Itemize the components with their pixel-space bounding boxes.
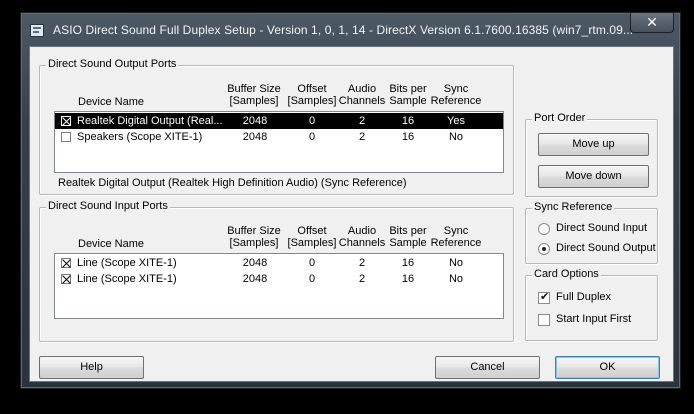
dialog-window: ASIO Direct Sound Full Duplex Setup - Ve… — [20, 12, 681, 389]
radio-direct-sound-output-label[interactable]: Direct Sound Output — [556, 242, 656, 254]
radio-direct-sound-input-label[interactable]: Direct Sound Input — [556, 222, 647, 234]
col-buffer-size: Buffer Size [Samples] — [227, 225, 281, 249]
port-order-group: Port Order Move up Move down — [525, 112, 658, 197]
col-audio-channels: Audio Channels — [338, 83, 386, 107]
port-checkbox[interactable] — [61, 274, 71, 284]
cancel-button[interactable]: Cancel — [435, 356, 540, 379]
col-bits-per-sample: Bits per Sample — [389, 83, 427, 107]
col-bits-per-sample: Bits per Sample — [389, 225, 427, 249]
input-ports-list[interactable]: Line (Scope XITE-1) 2048 0 2 16 No Line … — [54, 253, 504, 319]
radio-direct-sound-output[interactable] — [538, 243, 550, 255]
list-item[interactable]: Speakers (Scope XITE-1) 2048 0 2 16 No — [55, 129, 503, 145]
sync-reference-title: Sync Reference — [532, 201, 615, 213]
start-input-first-checkbox[interactable] — [538, 314, 550, 326]
output-ports-list[interactable]: Realtek Digital Output (Real... 2048 0 2… — [54, 111, 504, 173]
list-item[interactable]: Line (Scope XITE-1) 2048 0 2 16 No — [55, 255, 503, 271]
title-bar[interactable]: ASIO Direct Sound Full Duplex Setup - Ve… — [21, 13, 680, 46]
ok-button[interactable]: OK — [555, 356, 660, 379]
window-title: ASIO Direct Sound Full Duplex Setup - Ve… — [53, 23, 634, 37]
start-input-first-label[interactable]: Start Input First — [556, 313, 631, 325]
list-item[interactable]: Line (Scope XITE-1) 2048 0 2 16 No — [55, 271, 503, 287]
close-icon[interactable]: ✕ — [630, 13, 674, 33]
output-ports-title: Direct Sound Output Ports — [46, 58, 179, 70]
sync-reference-group: Sync Reference Direct Sound Input Direct… — [525, 201, 658, 264]
dialog-client: Direct Sound Output Ports Device Name Bu… — [29, 46, 674, 382]
help-button[interactable]: Help — [39, 356, 144, 379]
col-offset: Offset [Samples] — [287, 225, 337, 249]
col-offset: Offset [Samples] — [287, 83, 337, 107]
input-ports-title: Direct Sound Input Ports — [46, 200, 170, 212]
app-icon — [30, 24, 44, 37]
port-checkbox[interactable] — [61, 116, 71, 126]
col-device-name: Device Name — [78, 96, 145, 108]
col-buffer-size: Buffer Size [Samples] — [227, 83, 281, 107]
col-audio-channels: Audio Channels — [338, 225, 386, 249]
move-up-button[interactable]: Move up — [538, 133, 649, 156]
list-item[interactable]: Realtek Digital Output (Real... 2048 0 2… — [55, 113, 503, 129]
port-checkbox[interactable] — [61, 132, 71, 142]
port-order-title: Port Order — [532, 112, 588, 124]
input-ports-group: Direct Sound Input Ports Device Name Buf… — [39, 200, 514, 342]
col-sync-reference: Sync Reference — [430, 83, 482, 107]
move-down-button[interactable]: Move down — [538, 165, 649, 188]
card-options-title: Card Options — [532, 268, 601, 280]
selected-output-status: Realtek Digital Output (Realtek High Def… — [58, 177, 407, 189]
card-options-group: Card Options Full Duplex Start Input Fir… — [525, 268, 658, 341]
col-sync-reference: Sync Reference — [430, 225, 482, 249]
full-duplex-checkbox[interactable] — [538, 290, 550, 304]
port-checkbox[interactable] — [61, 258, 71, 268]
full-duplex-label[interactable]: Full Duplex — [556, 291, 611, 303]
output-ports-group: Direct Sound Output Ports Device Name Bu… — [39, 58, 514, 195]
col-device-name: Device Name — [78, 238, 145, 250]
radio-direct-sound-input[interactable] — [538, 223, 550, 235]
